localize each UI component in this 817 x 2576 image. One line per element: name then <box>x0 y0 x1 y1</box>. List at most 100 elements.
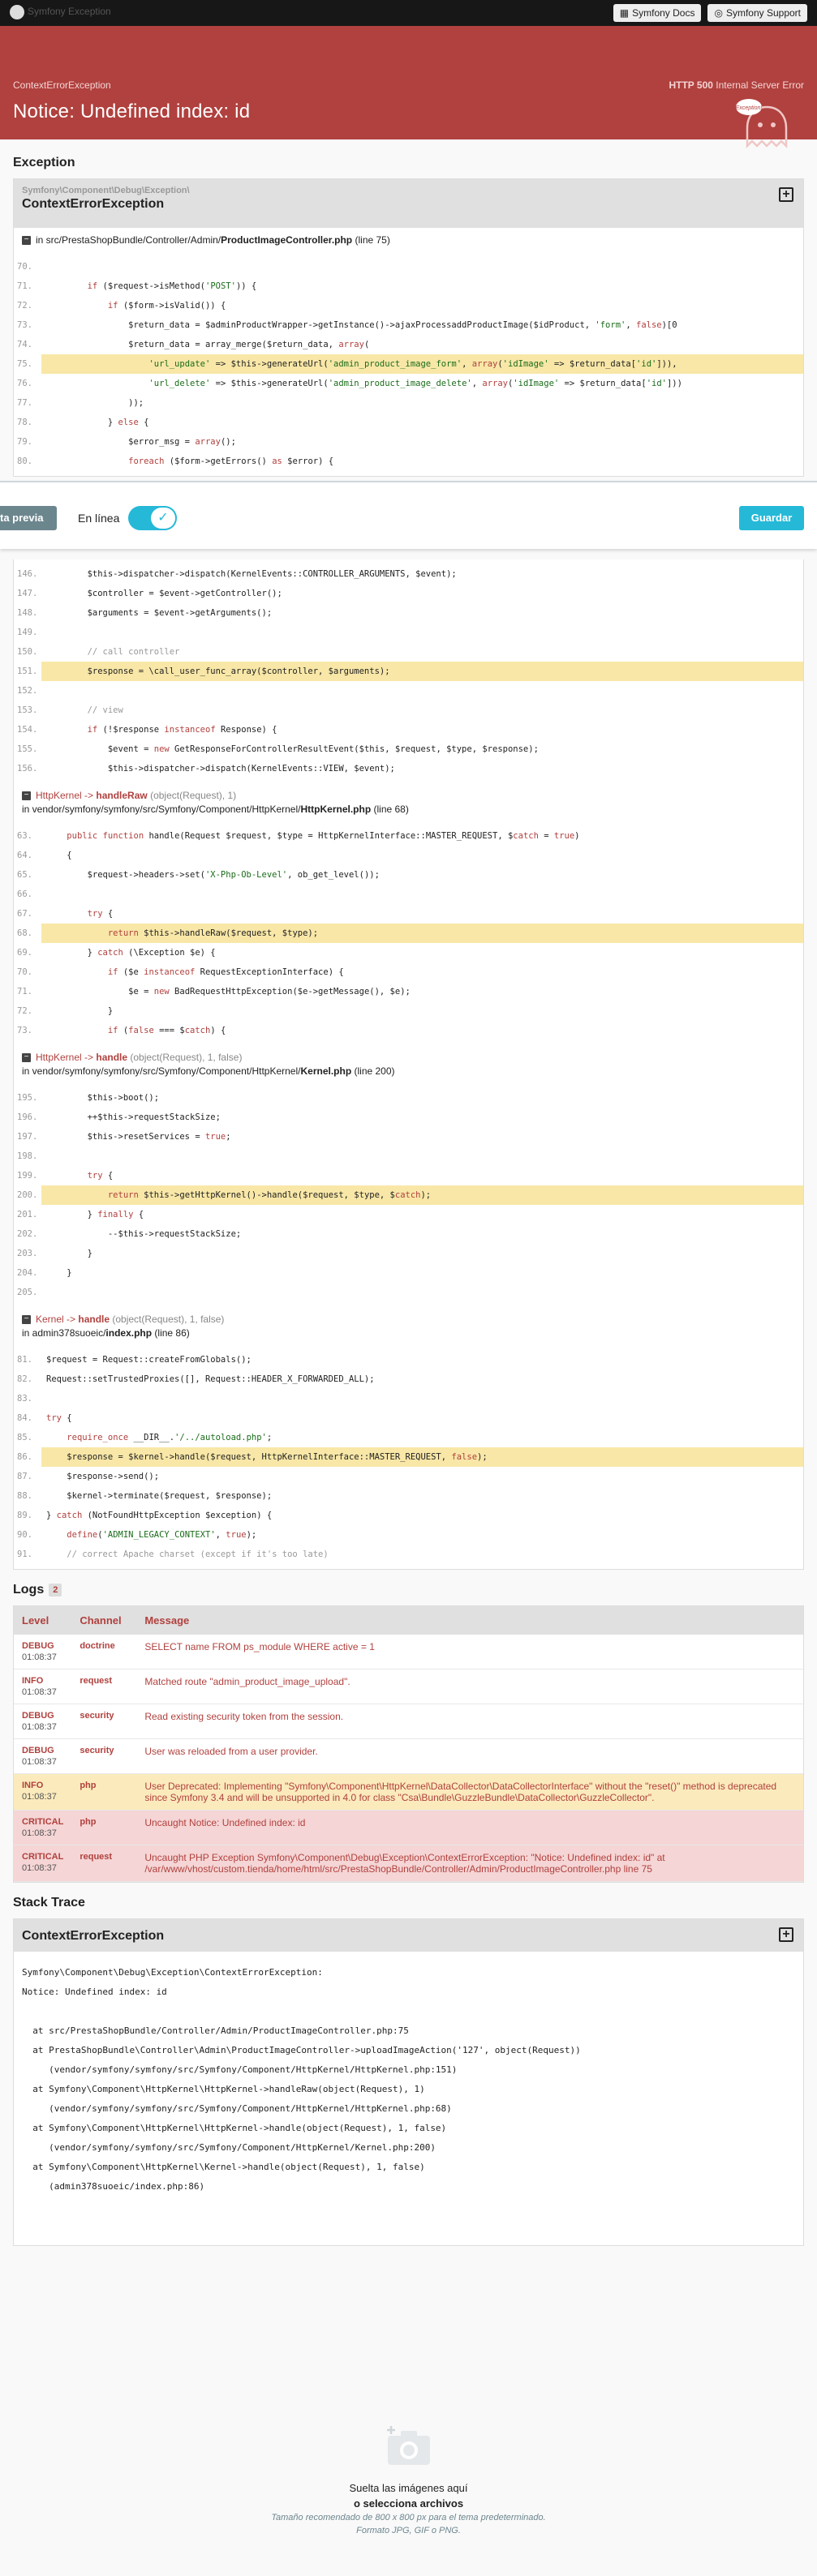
code-line: 90. define('ADMIN_LEGACY_CONTEXT', true)… <box>17 1525 803 1545</box>
line-number: 75. <box>17 359 32 369</box>
code-line: 202. --$this->requestStackSize; <box>17 1224 803 1244</box>
code-line: 203. } <box>17 1244 803 1263</box>
code-text: public function handle(Request $request,… <box>67 831 580 841</box>
line-number: 85. <box>17 1433 32 1442</box>
trace-panel: 146. $this->dispatcher->dispatch(KernelE… <box>13 559 804 1570</box>
code-line: 71. if ($request->isMethod('POST')) { <box>17 276 803 296</box>
log-level-label: DEBUG <box>22 1746 54 1755</box>
symfony-docs-link[interactable]: ▦ Symfony Docs <box>613 4 702 22</box>
book-icon: ▦ <box>619 7 630 19</box>
code-text: $request->headers->set('X-Php-Ob-Level',… <box>46 870 380 880</box>
log-level-label: DEBUG <box>22 1641 54 1651</box>
line-number: 197. <box>17 1132 38 1142</box>
code-line: 80. foreach ($form->getErrors() as $erro… <box>17 452 803 471</box>
dropzone-format-hint: Formato JPG, GIF o PNG. <box>356 2526 461 2535</box>
code-text: 'url_delete' => $this->generateUrl('admi… <box>148 379 682 388</box>
symfony-support-link[interactable]: ◎ Symfony Support <box>707 4 807 22</box>
trace-args: (object(Request), 1, false) <box>110 1314 225 1325</box>
log-level: DEBUG 01:08:37 <box>14 1635 72 1669</box>
highlighted-code-line: 75. 'url_update' => $this->generateUrl('… <box>17 354 803 374</box>
exception-name: ContextErrorException <box>22 197 165 211</box>
log-row: DEBUG 01:08:37 security Read existing secur… <box>14 1704 803 1739</box>
log-message: SELECT name FROM ps_module WHERE active … <box>136 1635 803 1669</box>
code-text: $return_data = array_merge($return_data,… <box>46 340 370 349</box>
preview-button[interactable]: ta previa <box>0 506 57 530</box>
line-number: 198. <box>17 1151 38 1161</box>
code-line: 197. $this->resetServices = true; <box>17 1127 803 1147</box>
code-line: 201. } finally { <box>17 1205 803 1224</box>
log-row: INFO 01:08:37 request Matched route "admin_… <box>14 1669 803 1704</box>
code-line: 69. } catch (\Exception $e) { <box>17 943 803 962</box>
dropzone-text: Suelta las imágenes aquí <box>349 2482 468 2494</box>
column-header-channel: Channel <box>71 1606 137 1635</box>
log-row: DEBUG 01:08:37 security User was reloaded f… <box>14 1738 803 1774</box>
line-number: 146. <box>17 569 38 579</box>
http-status: HTTP 500 Internal Server Error <box>669 79 804 91</box>
code-snippet-2: 146. $this->dispatcher->dispatch(KernelE… <box>14 559 803 783</box>
logs-heading: Logs 2 <box>13 1583 804 1597</box>
expand-toggle-button[interactable]: + <box>779 1927 793 1942</box>
save-button[interactable]: Guardar <box>739 506 804 530</box>
exception-class: ContextErrorException <box>13 79 111 91</box>
line-number: 82. <box>17 1374 32 1384</box>
brand: Symfony Exception <box>10 5 111 19</box>
code-text: } <box>46 1249 92 1258</box>
line-number: 201. <box>17 1210 38 1219</box>
column-header-message: Message <box>136 1606 803 1635</box>
code-text: $error_msg = array(); <box>46 437 236 447</box>
trace-file: Kernel.php <box>300 1065 352 1077</box>
trace-class: HttpKernel <box>36 790 82 801</box>
code-line: 65. $request->headers->set('X-Php-Ob-Lev… <box>17 865 803 885</box>
location-line: (line 75) <box>355 234 390 246</box>
code-line: 150. // call controller <box>17 642 803 662</box>
code-line: 67. try { <box>17 904 803 924</box>
trace-class: HttpKernel <box>36 1052 82 1063</box>
code-text: // view <box>46 705 123 715</box>
collapse-icon[interactable]: − <box>22 791 31 801</box>
code-text: $response = $kernel->handle($request, Ht… <box>46 1452 488 1462</box>
line-number: 156. <box>17 764 38 774</box>
code-text: define('ADMIN_LEGACY_CONTEXT', true); <box>67 1530 257 1540</box>
log-time: 01:08:37 <box>22 1652 57 1662</box>
code-text: { <box>46 851 72 860</box>
ghost-label: Exception! <box>736 105 763 111</box>
log-channel: security <box>71 1704 137 1739</box>
log-time: 01:08:37 <box>22 1828 57 1838</box>
line-number: 72. <box>17 1006 32 1016</box>
exception-panel: Symfony\Component\Debug\Exception\ Conte… <box>13 178 804 477</box>
code-line: 91. // correct Apache charset (except if… <box>17 1545 803 1564</box>
image-dropzone[interactable]: Suelta las imágenes aquí o selecciona ar… <box>0 2424 817 2535</box>
expand-toggle-button[interactable]: + <box>779 187 793 202</box>
code-text: Request::setTrustedProxies([], Request::… <box>46 1374 375 1384</box>
code-text: $this->dispatcher->dispatch(KernelEvents… <box>46 764 395 774</box>
line-number: 86. <box>17 1452 32 1462</box>
exception-namespace: Symfony\Component\Debug\Exception\ <box>22 186 190 195</box>
collapse-icon[interactable]: − <box>22 236 31 246</box>
code-text: if (false === $catch) { <box>107 1026 226 1035</box>
line-number: 73. <box>17 320 32 330</box>
line-number: 200. <box>17 1190 38 1200</box>
trace-file: HttpKernel.php <box>300 804 372 815</box>
code-text: $e = new BadRequestHttpException($e->get… <box>46 987 411 997</box>
code-text: try { <box>87 909 114 919</box>
select-files-link[interactable]: o selecciona archivos <box>0 2497 817 2510</box>
line-number: 148. <box>17 608 38 618</box>
trace-path: in vendor/symfony/symfony/src/Symfony/Co… <box>22 1065 301 1077</box>
log-message: Uncaught Notice: Undefined index: id <box>136 1810 803 1845</box>
online-toggle[interactable]: ✓ <box>128 506 177 530</box>
code-text: $return_data = $adminProductWrapper->get… <box>46 320 677 330</box>
log-level-label: CRITICAL <box>22 1852 64 1862</box>
code-line: 79. $error_msg = array(); <box>17 432 803 452</box>
code-text: require_once __DIR__.'/../autoload.php'; <box>67 1433 273 1442</box>
code-text: $kernel->terminate($request, $response); <box>46 1491 273 1501</box>
code-text: $this->boot(); <box>46 1093 160 1103</box>
collapse-icon[interactable]: − <box>22 1053 31 1063</box>
collapse-icon[interactable]: − <box>22 1315 31 1325</box>
log-channel: doctrine <box>71 1635 137 1669</box>
code-text: $controller = $event->getController(); <box>46 589 282 598</box>
stack-trace-text: Symfony\Component\Debug\Exception\Contex… <box>22 1967 581 2192</box>
code-line: 148. $arguments = $event->getArguments()… <box>17 603 803 623</box>
code-line: 204. } <box>17 1263 803 1283</box>
location-prefix: in src/PrestaShopBundle/Controller/Admin… <box>36 234 221 246</box>
code-text: $response = \call_user_func_array($contr… <box>46 667 390 676</box>
